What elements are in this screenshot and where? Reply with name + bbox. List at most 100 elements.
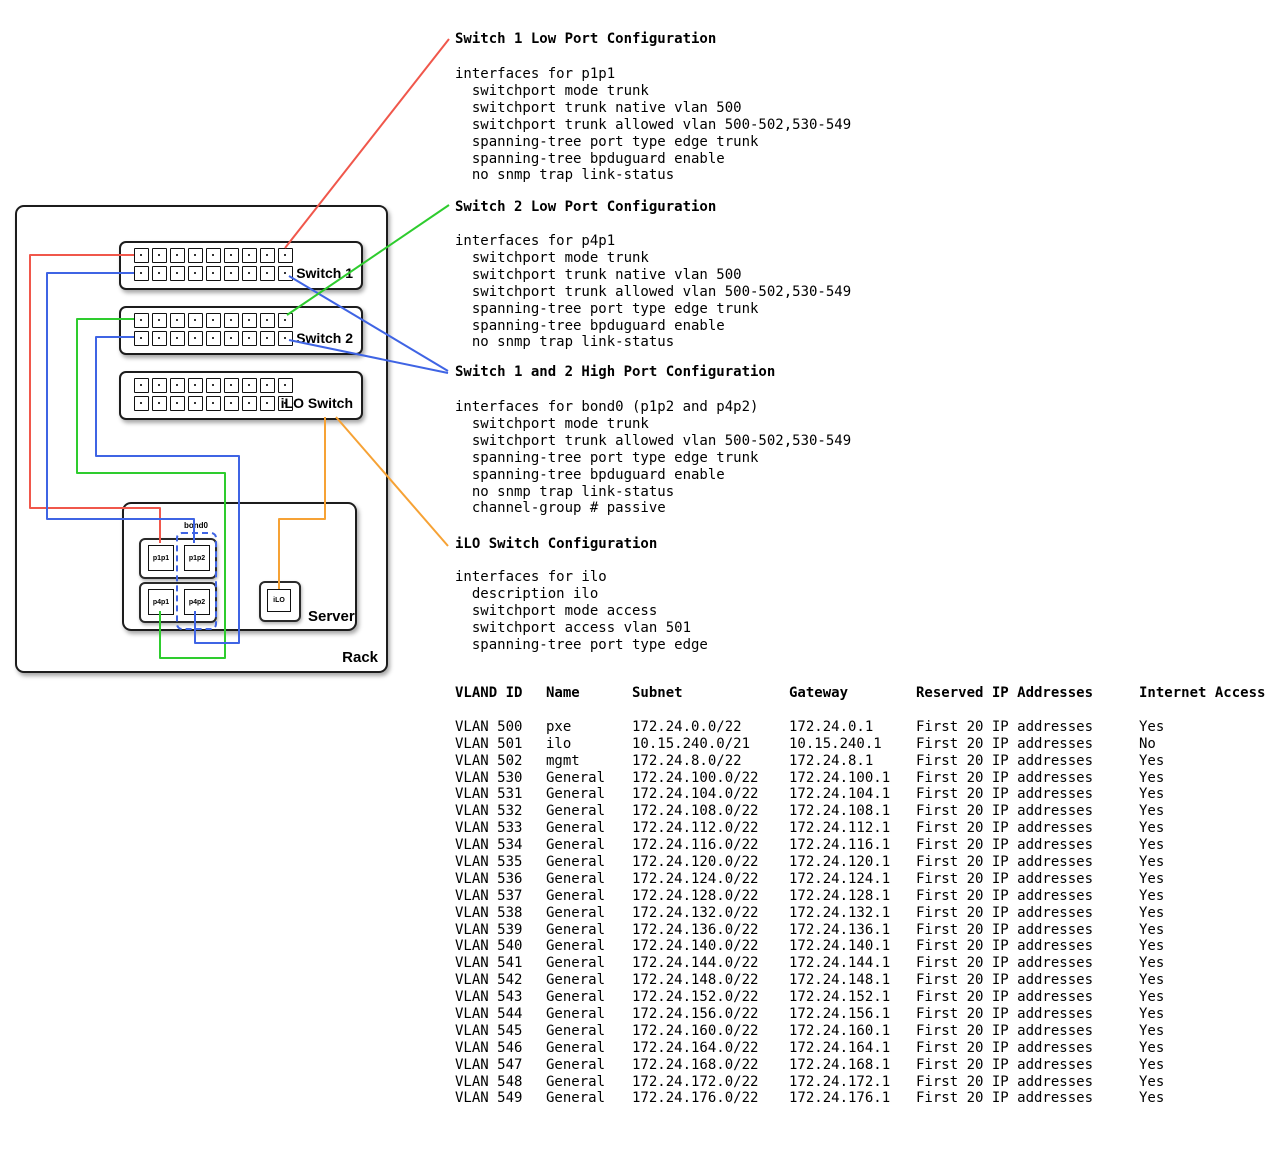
switch-port [260,331,275,346]
switch-port [206,266,221,281]
table-cell: Yes [1139,753,1164,769]
table-cell: VLAN 536 [455,871,522,887]
table-cell: General [546,1006,605,1022]
table-cell: VLAN 531 [455,786,522,802]
config-title: iLO Switch Configuration [455,536,1015,552]
table-cell: 172.24.108.1 [789,803,890,819]
table-cell: Yes [1139,770,1164,786]
switch-port [134,266,149,281]
switch-port [188,313,203,328]
table-cell: 172.24.104.0/22 [632,786,758,802]
table-cell: General [546,888,605,904]
table-cell: General [546,1023,605,1039]
table-cell: General [546,837,605,853]
table-cell: Yes [1139,803,1164,819]
switch-1-ports [134,248,298,281]
table-cell: No [1139,736,1156,752]
table-cell: Yes [1139,1023,1164,1039]
table-cell: VLAN 546 [455,1040,522,1056]
ilo-port-box: iLO [259,581,301,622]
table-cell: Yes [1139,1057,1164,1073]
table-cell: First 20 IP addresses [916,1074,1093,1090]
switch-2-label: Switch 2 [296,330,353,346]
table-cell: 10.15.240.0/21 [632,736,750,752]
table-cell: 172.24.100.1 [789,770,890,786]
switch-port [278,313,293,328]
table-cell: First 20 IP addresses [916,1006,1093,1022]
switch-port [278,378,293,393]
table-row: VLAN 537General172.24.128.0/22172.24.128… [455,888,1267,905]
table-cell: 172.24.0.0/22 [632,719,742,735]
table-cell: First 20 IP addresses [916,972,1093,988]
table-cell: 172.24.168.1 [789,1057,890,1073]
table-cell: 172.24.136.0/22 [632,922,758,938]
table-cell: 172.24.136.1 [789,922,890,938]
table-cell: 172.24.104.1 [789,786,890,802]
table-cell: VLAN 502 [455,753,522,769]
table-cell: 172.24.148.0/22 [632,972,758,988]
table-cell: General [546,820,605,836]
port-p1p1: p1p1 [148,545,174,571]
table-row: VLAN 543General172.24.152.0/22172.24.152… [455,989,1267,1006]
switch-port [242,248,257,263]
table-cell: Yes [1139,1090,1164,1106]
switch-port [278,331,293,346]
switch-port [170,313,185,328]
table-cell: Yes [1139,938,1164,954]
table-row: VLAN 533General172.24.112.0/22172.24.112… [455,820,1267,837]
column-header: Subnet [632,685,683,701]
table-cell: General [546,1090,605,1106]
column-header: Internet Access [1139,685,1265,701]
server-label: Server [308,608,355,625]
table-cell: 10.15.240.1 [789,736,882,752]
table-row: VLAN 547General172.24.168.0/22172.24.168… [455,1057,1267,1074]
table-cell: Yes [1139,1040,1164,1056]
switch-port [152,248,167,263]
table-cell: VLAN 548 [455,1074,522,1090]
table-cell: General [546,1057,605,1073]
switch-port [188,266,203,281]
switch-port [206,331,221,346]
table-cell: 172.24.176.0/22 [632,1090,758,1106]
switch-port [260,266,275,281]
config-title: Switch 1 Low Port Configuration [455,31,1015,47]
table-cell: General [546,922,605,938]
switch-2-ports [134,313,298,346]
table-row: VLAN 538General172.24.132.0/22172.24.132… [455,905,1267,922]
table-row: VLAN 546General172.24.164.0/22172.24.164… [455,1040,1267,1057]
rack-label: Rack [342,649,378,666]
table-row: VLAN 540General172.24.140.0/22172.24.140… [455,938,1267,955]
table-cell: General [546,989,605,1005]
table-cell: 172.24.140.1 [789,938,890,954]
ilo-switch-label: iLO Switch [281,395,353,411]
table-cell: 172.24.164.0/22 [632,1040,758,1056]
table-row: VLAN 531General172.24.104.0/22172.24.104… [455,786,1267,803]
config-body: interfaces for bond0 (p1p2 and p4p2) swi… [455,399,1015,517]
table-cell: 172.24.120.1 [789,854,890,870]
table-cell: First 20 IP addresses [916,803,1093,819]
switch-port [206,378,221,393]
vlan-table-header: VLAND IDNameSubnetGatewayReserved IP Add… [455,685,1267,702]
table-cell: General [546,854,605,870]
switch-port [188,331,203,346]
table-cell: ilo [546,736,571,752]
table-cell: Yes [1139,719,1164,735]
switch-port [278,266,293,281]
table-row: VLAN 539General172.24.136.0/22172.24.136… [455,922,1267,939]
table-row: VLAN 534General172.24.116.0/22172.24.116… [455,837,1267,854]
table-cell: First 20 IP addresses [916,989,1093,1005]
switch-port [242,331,257,346]
table-row: VLAN 500pxe172.24.0.0/22172.24.0.1First … [455,719,1267,736]
table-cell: General [546,871,605,887]
table-row: VLAN 535General172.24.120.0/22172.24.120… [455,854,1267,871]
server-box: bond0 p1p1 p1p2 p4p1 p4p2 iLO Server [122,502,357,631]
table-cell: VLAN 534 [455,837,522,853]
switch-port [260,313,275,328]
table-cell: First 20 IP addresses [916,837,1093,853]
ilo-switch-box: iLO Switch [119,371,363,420]
switch-port [152,378,167,393]
table-cell: VLAN 541 [455,955,522,971]
table-cell: VLAN 543 [455,989,522,1005]
vlan-table: VLAND IDNameSubnetGatewayReserved IP Add… [455,685,1267,1107]
column-header: Name [546,685,580,701]
